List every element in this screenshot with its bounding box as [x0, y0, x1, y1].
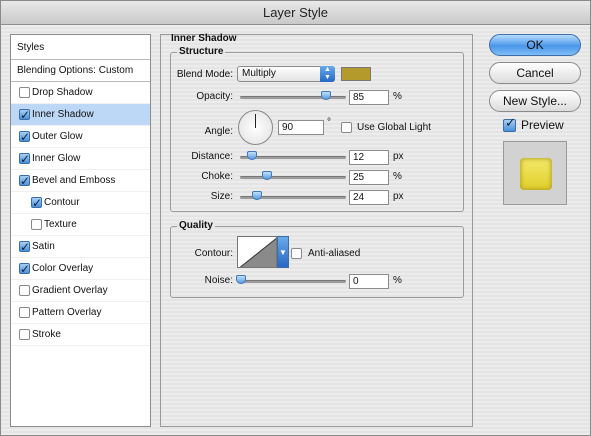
style-item-label: Stroke: [32, 329, 61, 340]
style-item-texture[interactable]: Texture: [11, 214, 150, 236]
style-item-checkbox[interactable]: [31, 192, 42, 214]
preview-checkbox[interactable]: [503, 115, 516, 132]
quality-group: [170, 226, 464, 298]
style-item-color-overlay[interactable]: Color Overlay: [11, 258, 150, 280]
layer-style-window: Layer Style Styles Blending Options: Cus…: [0, 0, 591, 436]
style-item-stroke[interactable]: Stroke: [11, 324, 150, 346]
size-label: Size:: [210, 191, 233, 202]
style-item-checkbox[interactable]: [19, 307, 30, 318]
shadow-color-swatch[interactable]: [341, 67, 371, 81]
style-item-label: Bevel and Emboss: [32, 175, 116, 186]
panel-title: Inner Shadow: [171, 33, 237, 44]
blend-mode-label: Blend Mode:: [176, 69, 233, 80]
style-item-label: Gradient Overlay: [32, 285, 108, 296]
distance-unit: px: [393, 151, 404, 162]
noise-label: Noise:: [204, 275, 233, 286]
style-item-inner-glow[interactable]: Inner Glow: [11, 148, 150, 170]
style-item-label: Drop Shadow: [32, 87, 93, 98]
opacity-unit: %: [393, 91, 402, 102]
angle-unit: °: [327, 117, 331, 128]
styles-header[interactable]: Styles: [11, 35, 150, 60]
anti-aliased-label: Anti-aliased: [308, 248, 361, 259]
style-item-outer-glow[interactable]: Outer Glow: [11, 126, 150, 148]
style-item-checkbox[interactable]: [19, 236, 30, 258]
size-input[interactable]: 24: [349, 190, 389, 205]
styles-list: Styles Blending Options: Custom Drop Sha…: [10, 34, 151, 427]
style-item-pattern-overlay[interactable]: Pattern Overlay: [11, 302, 150, 324]
style-item-label: Outer Glow: [32, 131, 83, 142]
noise-unit: %: [393, 275, 402, 286]
style-item-checkbox[interactable]: [19, 170, 30, 192]
blend-mode-value: Multiply: [242, 68, 276, 79]
ok-button[interactable]: OK: [489, 34, 581, 56]
use-global-light-checkbox[interactable]: [341, 122, 352, 133]
size-slider-thumb[interactable]: [252, 191, 262, 200]
blending-options-item[interactable]: Blending Options: Custom: [11, 60, 150, 82]
cancel-button[interactable]: Cancel: [489, 62, 581, 84]
contour-label: Contour:: [194, 248, 233, 259]
style-item-label: Inner Shadow: [32, 109, 94, 120]
use-global-light-label: Use Global Light: [357, 122, 431, 133]
choke-unit: %: [393, 171, 402, 182]
style-preview-swatch: [520, 158, 552, 190]
opacity-slider-thumb[interactable]: [321, 91, 331, 100]
style-item-gradient-overlay[interactable]: Gradient Overlay: [11, 280, 150, 302]
style-item-label: Color Overlay: [32, 263, 94, 274]
anti-aliased-checkbox[interactable]: [291, 248, 302, 259]
style-preview: [503, 141, 567, 205]
style-item-checkbox[interactable]: [19, 104, 30, 126]
distance-input[interactable]: 12: [349, 150, 389, 165]
style-item-label: Contour: [44, 197, 80, 208]
opacity-label: Opacity:: [196, 91, 233, 102]
noise-slider-thumb[interactable]: [236, 275, 246, 284]
distance-slider-thumb[interactable]: [247, 151, 257, 160]
angle-label: Angle:: [204, 126, 233, 137]
choke-slider[interactable]: [240, 176, 346, 179]
opacity-input[interactable]: 85: [349, 90, 389, 105]
window-title: Layer Style: [1, 1, 590, 25]
inner-shadow-panel: Inner Shadow Structure Blend Mode: Multi…: [160, 33, 473, 427]
choke-label: Choke:: [201, 171, 233, 182]
choke-input[interactable]: 25: [349, 170, 389, 185]
quality-title: Quality: [177, 220, 215, 231]
noise-slider[interactable]: [240, 280, 346, 283]
style-item-contour[interactable]: Contour: [11, 192, 150, 214]
style-item-checkbox[interactable]: [19, 148, 30, 170]
contour-dropdown-arrow[interactable]: ▼: [277, 236, 289, 268]
style-item-label: Satin: [32, 241, 55, 252]
structure-title: Structure: [177, 46, 226, 57]
style-item-checkbox[interactable]: [19, 87, 30, 98]
style-item-checkbox[interactable]: [19, 258, 30, 280]
new-style-button[interactable]: New Style...: [489, 90, 581, 112]
chevron-updown-icon: ▲ ▼: [320, 66, 335, 82]
style-item-label: Pattern Overlay: [32, 307, 102, 318]
style-item-label: Texture: [44, 219, 77, 230]
noise-input[interactable]: 0: [349, 274, 389, 289]
contour-preview[interactable]: [237, 236, 277, 268]
distance-label: Distance:: [191, 151, 233, 162]
style-item-satin[interactable]: Satin: [11, 236, 150, 258]
blend-mode-select[interactable]: Multiply ▲ ▼: [237, 66, 335, 82]
style-item-inner-shadow[interactable]: Inner Shadow: [11, 104, 150, 126]
size-unit: px: [393, 191, 404, 202]
style-item-label: Inner Glow: [32, 153, 81, 164]
style-item-checkbox[interactable]: [19, 285, 30, 296]
style-item-drop-shadow[interactable]: Drop Shadow: [11, 82, 150, 104]
style-item-checkbox[interactable]: [31, 219, 42, 230]
preview-label: Preview: [521, 118, 564, 132]
style-item-checkbox[interactable]: [19, 329, 30, 340]
style-item-bevel-and-emboss[interactable]: Bevel and Emboss: [11, 170, 150, 192]
choke-slider-thumb[interactable]: [262, 171, 272, 180]
angle-input[interactable]: 90: [278, 120, 324, 135]
angle-dial[interactable]: [238, 110, 273, 145]
contour-curve-icon: [239, 237, 276, 267]
style-item-checkbox[interactable]: [19, 126, 30, 148]
